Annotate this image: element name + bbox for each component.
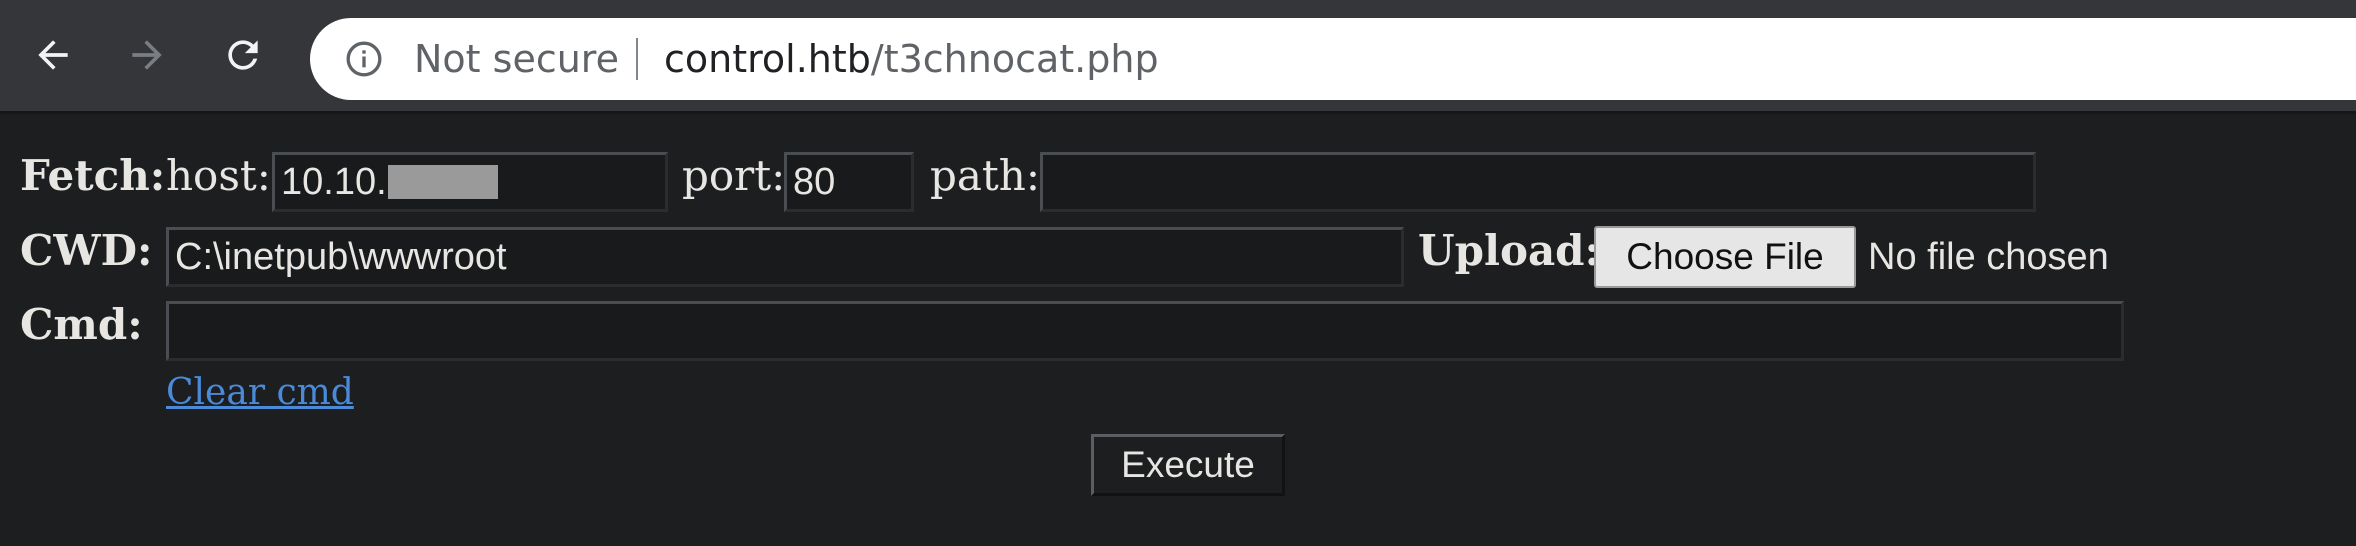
- reload-button[interactable]: [210, 22, 276, 88]
- back-arrow-icon: [38, 40, 68, 70]
- forward-arrow-icon: [132, 40, 162, 70]
- host-label: host:: [166, 151, 271, 200]
- clear-cmd-link[interactable]: Clear cmd: [166, 372, 354, 413]
- fetch-label: Fetch:: [20, 151, 166, 200]
- url-path: /t3chnocat.php: [870, 37, 1159, 81]
- cwd-label: CWD:: [20, 226, 153, 275]
- forward-button[interactable]: [114, 22, 180, 88]
- path-label: path:: [930, 151, 1041, 200]
- info-icon[interactable]: [344, 39, 384, 79]
- url-text[interactable]: control.htb/t3chnocat.php: [664, 18, 1159, 100]
- port-input[interactable]: [784, 152, 914, 212]
- no-file-status: No file chosen: [1868, 236, 2109, 278]
- port-label: port:: [682, 151, 786, 200]
- address-bar-divider: [636, 38, 638, 80]
- reload-icon: [228, 40, 258, 70]
- address-bar[interactable]: Not secure control.htb/t3chnocat.php: [310, 18, 2356, 100]
- back-button[interactable]: [20, 22, 86, 88]
- browser-toolbar: Not secure control.htb/t3chnocat.php: [0, 0, 2356, 114]
- upload-label: Upload:: [1418, 226, 1601, 275]
- execute-button[interactable]: Execute: [1091, 434, 1285, 496]
- cmd-label: Cmd:: [20, 300, 143, 349]
- cwd-input[interactable]: [166, 227, 1404, 287]
- url-host: control.htb: [664, 37, 871, 81]
- redaction-block: [388, 165, 498, 199]
- choose-file-button[interactable]: Choose File: [1594, 226, 1856, 288]
- cmd-input[interactable]: [166, 301, 2124, 361]
- page-content: Fetch: host: port: path: CWD: Upload: Ch…: [0, 114, 2356, 546]
- security-status-label[interactable]: Not secure: [414, 18, 619, 100]
- path-input[interactable]: [1040, 152, 2036, 212]
